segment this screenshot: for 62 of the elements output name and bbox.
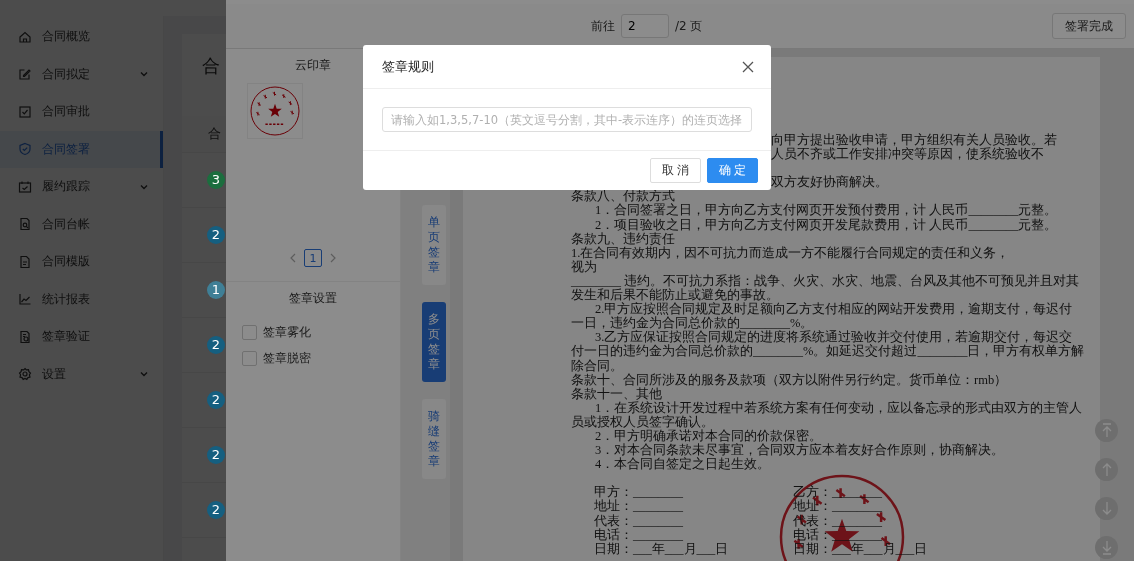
arrow-down-icon: [1100, 500, 1113, 517]
document-text: 1．合同签署之日，甲方向乙方支付网页开发预付费用，计 人民币________元整。: [594, 203, 1059, 218]
document-text: 条款八、付款方式: [571, 189, 675, 204]
document-text: 4．本合同自签定之日起生效。: [594, 457, 772, 472]
document-text: 3.乙方应保证按照合同规定的进度将系统通过验收并交付使用，若逾期交付，每迟交: [594, 330, 1074, 345]
document-text: 除合同。: [571, 358, 624, 373]
signature-field: 电话：________: [793, 527, 882, 542]
mode-tab[interactable]: 骑缝签章: [422, 399, 446, 479]
document-text: 条款九、违约责任: [571, 231, 676, 246]
signature-field: 地址：________: [793, 499, 882, 514]
signature-field: 地址：________: [594, 499, 793, 514]
document-text: 1.在合同有效期内，因不可抗力而造成一方不能履行合同规定的责任和义务，: [571, 245, 1011, 260]
seal-thumbnail[interactable]: [247, 83, 303, 139]
document-text: 员或授权人员签字确认。: [571, 414, 715, 429]
document-text: 2．项目验收之日，甲方向乙方支付网页开发尾款费用，计 人民币________元整。: [594, 217, 1059, 232]
document-text: 双方友好协商解决。: [770, 175, 889, 190]
confirm-button[interactable]: 确定: [707, 158, 758, 183]
document-text: 条款十、合同所涉及的服务及款项（双方以附件另行约定。货币单位：rmb）: [571, 372, 1009, 387]
document-text: 人员不齐或工作安排冲突等原因，使系统验收不: [770, 147, 1045, 162]
page-number[interactable]: 1: [304, 249, 322, 267]
signature-field: 日期：___年___月___日: [793, 541, 928, 556]
scroll-top-icon: [1100, 422, 1113, 439]
goto-label: 前往: [591, 17, 615, 35]
scroll-button[interactable]: [1095, 497, 1118, 520]
signature-field: 电话：________: [594, 527, 793, 542]
chevron-right-icon: [329, 253, 337, 263]
document-text: 视为: [571, 259, 598, 274]
checkbox-label: 签章雾化: [263, 324, 311, 341]
signature-field: 甲方：________: [594, 485, 793, 500]
document-text: 1．在系统设计开发过程中若系统方案有任何变动，应以备忘录的形式由双方的主管人: [594, 400, 1084, 415]
modal-title: 签章规则: [382, 57, 434, 76]
document-text: 条款十一、其他: [571, 386, 663, 401]
mode-tab[interactable]: 单页签章: [422, 205, 446, 285]
scroll-button[interactable]: [1095, 419, 1118, 442]
page-input[interactable]: 2: [621, 14, 669, 38]
checkbox[interactable]: [242, 325, 257, 340]
signature-field: 代表：________: [594, 513, 793, 528]
mode-tab[interactable]: 多页签章: [422, 302, 446, 382]
close-icon[interactable]: [742, 60, 754, 73]
panel-title: 签章设置: [289, 290, 337, 307]
scroll-button[interactable]: [1095, 536, 1118, 559]
document-text: 发生和后果不能防止或避免的事故。: [571, 288, 779, 303]
cancel-button[interactable]: 取消: [650, 158, 701, 183]
document-text: 3．对本合同条款未尽事宜，合同双方应本着友好合作原则，协商解决。: [594, 443, 1006, 458]
panel-title: 云印章: [295, 57, 331, 74]
page-title: 合: [202, 54, 220, 78]
scroll-button[interactable]: [1095, 458, 1118, 481]
document-text: 向甲方提出验收申请，甲方组织有关人员验收。若: [770, 133, 1058, 147]
document-text: 2．甲方明确承诺对本合同的价款保密。: [594, 428, 824, 443]
page-total: /2 页: [675, 17, 703, 35]
checkbox-label: 签章脱密: [263, 350, 311, 367]
checkbox[interactable]: [242, 351, 257, 366]
scroll-bottom-icon: [1100, 539, 1113, 556]
document-text: 一日，违约金为合同总价款的________%。: [571, 316, 814, 331]
document-text: ________ 违约。不可抗力系指：战争、火灾、水灾、地震、台风及其他不可预见并且对其: [571, 273, 1081, 288]
document-text: 2.甲方应按照合同规定及时足额向乙方支付相应的网站开发费用，逾期支付，每迟付: [594, 302, 1074, 317]
chevron-left-icon: [289, 253, 297, 263]
document-text: 付一日的违约金为合同总价款的________%。如延迟交付超过________日，甲方有权单方解: [571, 344, 1086, 359]
page-range-field[interactable]: 请输入如1,3,5,7-10（英文逗号分割，其中-表示连序）的连页选择: [382, 107, 752, 132]
finish-button[interactable]: 签署完成: [1052, 13, 1126, 39]
signature-field: 日期：___年___月___日: [594, 541, 793, 556]
arrow-up-icon: [1100, 461, 1113, 478]
